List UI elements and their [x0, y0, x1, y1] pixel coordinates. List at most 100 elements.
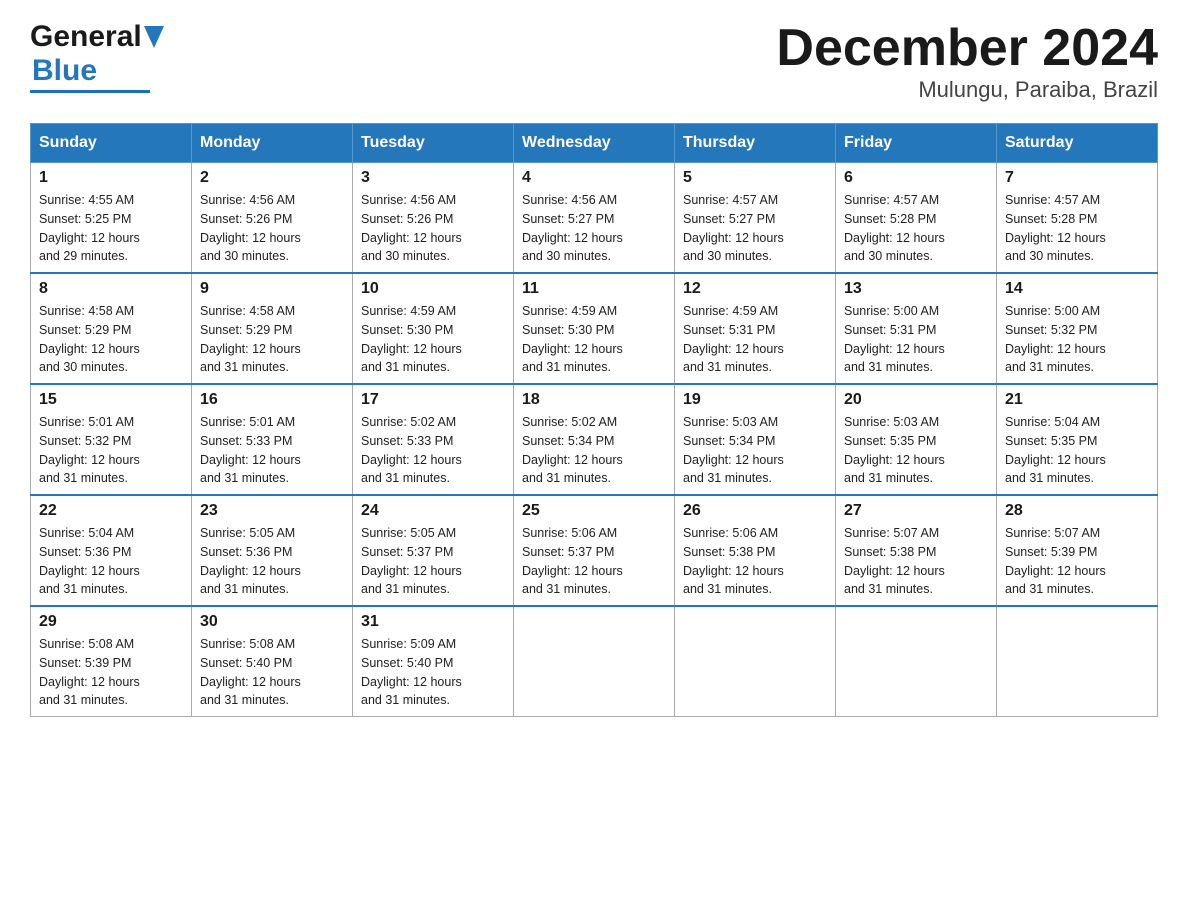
calendar-day-cell: 30 Sunrise: 5:08 AMSunset: 5:40 PMDayligh… [192, 606, 353, 717]
weekday-header-friday: Friday [836, 124, 997, 163]
day-number: 3 [361, 169, 505, 187]
day-number: 25 [522, 502, 666, 520]
day-info: Sunrise: 4:56 AMSunset: 5:26 PMDaylight:… [361, 191, 505, 266]
day-info: Sunrise: 5:00 AMSunset: 5:32 PMDaylight:… [1005, 302, 1149, 377]
day-number: 17 [361, 391, 505, 409]
weekday-header-tuesday: Tuesday [353, 124, 514, 163]
calendar-day-cell: 24 Sunrise: 5:05 AMSunset: 5:37 PMDayligh… [353, 495, 514, 606]
calendar-day-cell: 26Sunrise: 5:06 AMSunset: 5:38 PMDayligh… [675, 495, 836, 606]
day-number: 15 [39, 391, 183, 409]
calendar-day-cell: 13Sunrise: 5:00 AMSunset: 5:31 PMDayligh… [836, 273, 997, 384]
day-info: Sunrise: 4:59 AMSunset: 5:30 PMDaylight:… [522, 302, 666, 377]
calendar-table: SundayMondayTuesdayWednesdayThursdayFrid… [30, 123, 1158, 717]
day-info: Sunrise: 4:56 AMSunset: 5:27 PMDaylight:… [522, 191, 666, 266]
calendar-day-cell: 31Sunrise: 5:09 AMSunset: 5:40 PMDayligh… [353, 606, 514, 717]
day-info: Sunrise: 5:08 AMSunset: 5:39 PMDaylight:… [39, 635, 183, 710]
day-number: 9 [200, 280, 344, 298]
day-info: Sunrise: 5:08 AMSunset: 5:40 PMDaylight:… [200, 635, 344, 710]
day-info: Sunrise: 4:57 AMSunset: 5:28 PMDaylight:… [844, 191, 988, 266]
location-title: Mulungu, Paraiba, Brazil [776, 77, 1158, 103]
day-info: Sunrise: 4:55 AMSunset: 5:25 PMDaylight:… [39, 191, 183, 266]
day-number: 16 [200, 391, 344, 409]
logo-triangle-icon [144, 26, 164, 48]
day-number: 21 [1005, 391, 1149, 409]
calendar-day-cell: 1 Sunrise: 4:55 AMSunset: 5:25 PMDaylight… [31, 163, 192, 274]
calendar-day-cell: 23 Sunrise: 5:05 AMSunset: 5:36 PMDayligh… [192, 495, 353, 606]
calendar-day-cell: 14 Sunrise: 5:00 AMSunset: 5:32 PMDayligh… [997, 273, 1158, 384]
day-info: Sunrise: 5:02 AMSunset: 5:33 PMDaylight:… [361, 413, 505, 488]
page-header: General Blue December 2024 Mulungu, Para… [30, 20, 1158, 103]
calendar-empty-cell [836, 606, 997, 717]
day-number: 19 [683, 391, 827, 409]
day-info: Sunrise: 5:05 AMSunset: 5:37 PMDaylight:… [361, 524, 505, 599]
calendar-week-row: 1 Sunrise: 4:55 AMSunset: 5:25 PMDaylight… [31, 163, 1158, 274]
calendar-day-cell: 29 Sunrise: 5:08 AMSunset: 5:39 PMDayligh… [31, 606, 192, 717]
day-number: 30 [200, 613, 344, 631]
day-number: 7 [1005, 169, 1149, 187]
day-info: Sunrise: 5:09 AMSunset: 5:40 PMDaylight:… [361, 635, 505, 710]
calendar-day-cell: 16 Sunrise: 5:01 AMSunset: 5:33 PMDayligh… [192, 384, 353, 495]
day-info: Sunrise: 5:01 AMSunset: 5:33 PMDaylight:… [200, 413, 344, 488]
calendar-day-cell: 9Sunrise: 4:58 AMSunset: 5:29 PMDaylight… [192, 273, 353, 384]
day-number: 1 [39, 169, 183, 187]
day-info: Sunrise: 5:04 AMSunset: 5:36 PMDaylight:… [39, 524, 183, 599]
calendar-header-row: SundayMondayTuesdayWednesdayThursdayFrid… [31, 124, 1158, 163]
calendar-empty-cell [675, 606, 836, 717]
calendar-day-cell: 28Sunrise: 5:07 AMSunset: 5:39 PMDayligh… [997, 495, 1158, 606]
calendar-day-cell: 12Sunrise: 4:59 AMSunset: 5:31 PMDayligh… [675, 273, 836, 384]
day-number: 22 [39, 502, 183, 520]
calendar-day-cell: 4 Sunrise: 4:56 AMSunset: 5:27 PMDaylight… [514, 163, 675, 274]
day-number: 8 [39, 280, 183, 298]
day-info: Sunrise: 4:58 AMSunset: 5:29 PMDaylight:… [39, 302, 183, 377]
day-number: 24 [361, 502, 505, 520]
day-info: Sunrise: 4:57 AMSunset: 5:27 PMDaylight:… [683, 191, 827, 266]
calendar-day-cell: 3 Sunrise: 4:56 AMSunset: 5:26 PMDaylight… [353, 163, 514, 274]
calendar-day-cell: 19 Sunrise: 5:03 AMSunset: 5:34 PMDayligh… [675, 384, 836, 495]
day-info: Sunrise: 4:56 AMSunset: 5:26 PMDaylight:… [200, 191, 344, 266]
calendar-day-cell: 11 Sunrise: 4:59 AMSunset: 5:30 PMDayligh… [514, 273, 675, 384]
day-info: Sunrise: 5:01 AMSunset: 5:32 PMDaylight:… [39, 413, 183, 488]
calendar-day-cell: 21Sunrise: 5:04 AMSunset: 5:35 PMDayligh… [997, 384, 1158, 495]
day-info: Sunrise: 4:59 AMSunset: 5:30 PMDaylight:… [361, 302, 505, 377]
day-info: Sunrise: 5:02 AMSunset: 5:34 PMDaylight:… [522, 413, 666, 488]
day-info: Sunrise: 5:07 AMSunset: 5:38 PMDaylight:… [844, 524, 988, 599]
day-number: 4 [522, 169, 666, 187]
day-number: 14 [1005, 280, 1149, 298]
day-info: Sunrise: 5:03 AMSunset: 5:35 PMDaylight:… [844, 413, 988, 488]
weekday-header-sunday: Sunday [31, 124, 192, 163]
calendar-day-cell: 27Sunrise: 5:07 AMSunset: 5:38 PMDayligh… [836, 495, 997, 606]
calendar-day-cell: 5Sunrise: 4:57 AMSunset: 5:27 PMDaylight… [675, 163, 836, 274]
day-number: 18 [522, 391, 666, 409]
weekday-header-thursday: Thursday [675, 124, 836, 163]
day-info: Sunrise: 5:07 AMSunset: 5:39 PMDaylight:… [1005, 524, 1149, 599]
day-info: Sunrise: 5:06 AMSunset: 5:38 PMDaylight:… [683, 524, 827, 599]
calendar-day-cell: 25 Sunrise: 5:06 AMSunset: 5:37 PMDayligh… [514, 495, 675, 606]
logo-general: General [30, 20, 142, 54]
calendar-week-row: 15 Sunrise: 5:01 AMSunset: 5:32 PMDayligh… [31, 384, 1158, 495]
calendar-day-cell: 6 Sunrise: 4:57 AMSunset: 5:28 PMDaylight… [836, 163, 997, 274]
day-number: 11 [522, 280, 666, 298]
weekday-header-monday: Monday [192, 124, 353, 163]
day-info: Sunrise: 5:06 AMSunset: 5:37 PMDaylight:… [522, 524, 666, 599]
weekday-header-wednesday: Wednesday [514, 124, 675, 163]
calendar-day-cell: 8 Sunrise: 4:58 AMSunset: 5:29 PMDaylight… [31, 273, 192, 384]
calendar-day-cell: 2Sunrise: 4:56 AMSunset: 5:26 PMDaylight… [192, 163, 353, 274]
calendar-day-cell: 7 Sunrise: 4:57 AMSunset: 5:28 PMDaylight… [997, 163, 1158, 274]
calendar-day-cell: 22 Sunrise: 5:04 AMSunset: 5:36 PMDayligh… [31, 495, 192, 606]
calendar-week-row: 29 Sunrise: 5:08 AMSunset: 5:39 PMDayligh… [31, 606, 1158, 717]
calendar-day-cell: 10 Sunrise: 4:59 AMSunset: 5:30 PMDayligh… [353, 273, 514, 384]
day-number: 29 [39, 613, 183, 631]
day-number: 23 [200, 502, 344, 520]
day-info: Sunrise: 4:57 AMSunset: 5:28 PMDaylight:… [1005, 191, 1149, 266]
day-info: Sunrise: 5:03 AMSunset: 5:34 PMDaylight:… [683, 413, 827, 488]
day-number: 10 [361, 280, 505, 298]
day-number: 6 [844, 169, 988, 187]
logo-underline [30, 90, 150, 93]
calendar-day-cell: 18 Sunrise: 5:02 AMSunset: 5:34 PMDayligh… [514, 384, 675, 495]
calendar-empty-cell [514, 606, 675, 717]
calendar-day-cell: 17 Sunrise: 5:02 AMSunset: 5:33 PMDayligh… [353, 384, 514, 495]
day-info: Sunrise: 5:05 AMSunset: 5:36 PMDaylight:… [200, 524, 344, 599]
calendar-day-cell: 15 Sunrise: 5:01 AMSunset: 5:32 PMDayligh… [31, 384, 192, 495]
calendar-week-row: 22 Sunrise: 5:04 AMSunset: 5:36 PMDayligh… [31, 495, 1158, 606]
logo-blue: Blue [32, 54, 97, 88]
